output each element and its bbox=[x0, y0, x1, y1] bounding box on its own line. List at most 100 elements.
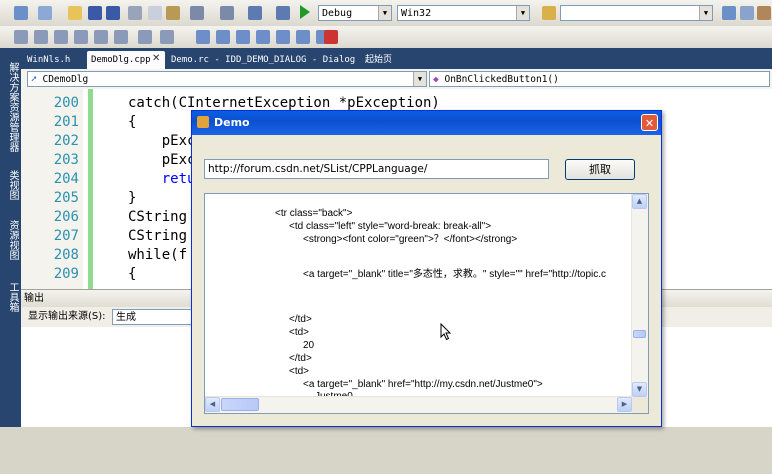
output-title: 输出 bbox=[24, 293, 44, 304]
change-indicator-bar bbox=[88, 89, 93, 289]
dialog-titlebar[interactable]: Demo ✕ bbox=[192, 111, 661, 135]
properties-icon[interactable] bbox=[740, 6, 754, 20]
toolbar-icon[interactable] bbox=[94, 30, 108, 44]
line-number: 203 bbox=[53, 152, 79, 168]
toolbar-icon[interactable] bbox=[14, 30, 28, 44]
class-select[interactable]: ➚ CDemoDlg ▼ bbox=[27, 71, 427, 87]
code-line: pExc bbox=[128, 152, 196, 168]
scroll-left-icon[interactable]: ◀ bbox=[205, 397, 220, 412]
cut-icon[interactable] bbox=[128, 6, 142, 20]
add-item-icon[interactable] bbox=[38, 6, 52, 20]
scroll-right-icon[interactable]: ▶ bbox=[617, 397, 632, 412]
code-line: CString bbox=[128, 209, 188, 225]
output-source-value: 生成 bbox=[116, 312, 136, 323]
solution-config-select[interactable]: Debug ▼ bbox=[318, 5, 392, 21]
new-project-icon[interactable] bbox=[14, 6, 28, 20]
find-combo[interactable]: ▼ bbox=[560, 5, 713, 21]
url-input[interactable]: http://forum.csdn.net/SList/CPPLanguage/ bbox=[204, 159, 549, 179]
chevron-down-icon[interactable]: ▼ bbox=[699, 6, 712, 20]
redo-icon[interactable] bbox=[220, 6, 234, 20]
output-source-select[interactable]: 生成 bbox=[112, 309, 202, 325]
solution-explorer-icon[interactable] bbox=[722, 6, 736, 20]
chevron-down-icon[interactable]: ▼ bbox=[378, 6, 391, 20]
chevron-down-icon[interactable]: ▼ bbox=[516, 6, 529, 20]
toolbar-icon[interactable] bbox=[196, 30, 210, 44]
clear-bookmarks-icon[interactable] bbox=[324, 30, 338, 44]
member-select-value: OnBnClickedButton1() bbox=[444, 74, 559, 85]
tab-demo-rc-dialog[interactable]: Demo.rc - IDD_DEMO_DIALOG - Dialog bbox=[167, 51, 359, 69]
html-line: </td> bbox=[289, 314, 312, 325]
toolbar-icon[interactable] bbox=[160, 30, 174, 44]
toolbox-icon[interactable] bbox=[757, 6, 771, 20]
vertical-scrollbar[interactable]: ▲ ▼ bbox=[631, 194, 648, 397]
toolbar-icon[interactable] bbox=[34, 30, 48, 44]
line-number: 207 bbox=[53, 228, 79, 244]
line-number: 209 bbox=[53, 266, 79, 282]
html-line: </td> bbox=[289, 353, 312, 364]
close-tab-icon[interactable]: ✕ bbox=[152, 53, 160, 64]
toolbox-tab[interactable]: 工具箱 bbox=[2, 282, 18, 312]
toolbar-icon[interactable] bbox=[54, 30, 68, 44]
demo-dialog: Demo ✕ http://forum.csdn.net/SList/CPPLa… bbox=[191, 110, 662, 427]
scroll-thumb[interactable] bbox=[221, 398, 259, 411]
undo-icon[interactable] bbox=[190, 6, 204, 20]
method-icon: ◆ bbox=[433, 74, 439, 85]
line-number: 201 bbox=[53, 114, 79, 130]
toolbar-icon[interactable] bbox=[74, 30, 88, 44]
tab-label: DemoDlg.cpp bbox=[91, 55, 151, 65]
code-line: retu bbox=[128, 171, 196, 187]
html-line: 20 bbox=[303, 340, 315, 351]
code-line: pExc bbox=[128, 133, 196, 149]
find-in-files-icon[interactable] bbox=[542, 6, 556, 20]
solution-platform-value: Win32 bbox=[401, 8, 432, 19]
line-number: 204 bbox=[53, 171, 79, 187]
class-select-value: CDemoDlg bbox=[42, 74, 89, 85]
tab-start-page[interactable]: 起始页 bbox=[361, 51, 396, 69]
save-icon[interactable] bbox=[88, 6, 102, 20]
dialog-title: Demo bbox=[214, 116, 250, 129]
solution-platform-select[interactable]: Win32 ▼ bbox=[397, 5, 530, 21]
navigate-forward-icon[interactable] bbox=[276, 6, 290, 20]
chevron-down-icon[interactable]: ▼ bbox=[413, 72, 426, 86]
html-line: <tr class="back"> bbox=[275, 208, 353, 219]
scrollbar-corner bbox=[632, 397, 648, 413]
member-select[interactable]: ◆ OnBnClickedButton1() bbox=[429, 71, 770, 87]
html-line: <td class="left" style="word-break: brea… bbox=[289, 221, 492, 232]
paste-icon[interactable] bbox=[166, 6, 180, 20]
navigate-back-icon[interactable] bbox=[248, 6, 262, 20]
copy-icon[interactable] bbox=[148, 6, 162, 20]
solution-explorer-tab[interactable]: 解决方案资源管理器 bbox=[2, 62, 18, 152]
code-line: while(f bbox=[128, 247, 188, 263]
open-file-icon[interactable] bbox=[68, 6, 82, 20]
toolbar-icon[interactable] bbox=[296, 30, 310, 44]
toolbar-icon[interactable] bbox=[114, 30, 128, 44]
app-icon bbox=[197, 116, 209, 128]
html-line: <td> bbox=[289, 327, 310, 338]
side-panel-strip: 解决方案资源管理器 类视图 资源视图 工具箱 bbox=[0, 48, 21, 428]
navigation-bar: ➚ CDemoDlg ▼ ◆ OnBnClickedButton1() bbox=[21, 69, 772, 90]
html-line: <a target="_blank" href="http://my.csdn.… bbox=[303, 379, 543, 390]
code-line: { bbox=[128, 114, 137, 130]
close-icon[interactable]: ✕ bbox=[641, 114, 658, 131]
horizontal-scrollbar[interactable]: ◀ ▶ bbox=[205, 396, 632, 413]
status-area bbox=[0, 427, 772, 474]
toolbar-icon[interactable] bbox=[236, 30, 250, 44]
resource-view-tab[interactable]: 资源视图 bbox=[2, 220, 18, 260]
save-all-icon[interactable] bbox=[106, 6, 120, 20]
toolbar-icon[interactable] bbox=[276, 30, 290, 44]
line-number: 206 bbox=[53, 209, 79, 225]
toolbar-icon[interactable] bbox=[138, 30, 152, 44]
text-editor-toolbar bbox=[0, 26, 772, 49]
toolbar-icon[interactable] bbox=[256, 30, 270, 44]
toolbar-icon[interactable] bbox=[216, 30, 230, 44]
scroll-thumb[interactable] bbox=[633, 330, 646, 338]
class-view-tab[interactable]: 类视图 bbox=[2, 170, 18, 200]
tab-winnls-h[interactable]: WinNls.h bbox=[23, 51, 74, 69]
grab-button[interactable]: 抓取 bbox=[565, 159, 635, 180]
scroll-up-icon[interactable]: ▲ bbox=[632, 194, 647, 209]
html-output-box[interactable]: <tr class="back"> <td class="left" style… bbox=[204, 193, 649, 414]
line-number: 208 bbox=[53, 247, 79, 263]
scroll-down-icon[interactable]: ▼ bbox=[632, 382, 647, 397]
start-debug-icon[interactable] bbox=[300, 5, 310, 19]
line-number: 205 bbox=[53, 190, 79, 206]
